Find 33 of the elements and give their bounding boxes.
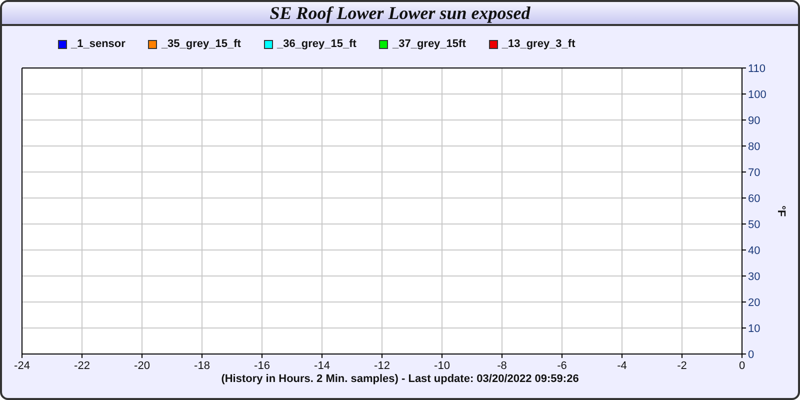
window-title: SE Roof Lower Lower sun exposed [2,2,798,26]
x-tick-label: -16 [254,360,270,372]
x-axis-title: (History in Hours. 2 Min. samples) - Last update: 03/20/2022 09:59:26 [220,372,580,387]
x-tick-label: -6 [557,360,567,372]
x-tick-label: -12 [374,360,390,372]
x-tick-label: -14 [314,360,330,372]
x-tick-label: -20 [134,360,150,372]
y-tick-label: 50 [748,219,760,231]
x-tick-label: -22 [74,360,90,372]
x-tick-label: -4 [617,360,627,372]
x-tick-label: -18 [194,360,210,372]
y-tick-label: 90 [748,115,760,127]
y-tick-label: 70 [748,167,760,179]
y-axis-title: °F [775,205,787,217]
y-tick-label: 30 [748,271,760,283]
legend-label: _35_grey_15_ft [161,36,241,52]
y-tick-label: 10 [748,323,760,335]
y-tick-label: 60 [748,193,760,205]
y-tick-label: 110 [748,63,766,75]
legend-label: _37_grey_15ft [392,36,466,52]
y-tick-label: 20 [748,297,760,309]
y-tick-label: 80 [748,141,760,153]
legend-label: _1_sensor [71,36,126,52]
x-tick-label: -8 [497,360,507,372]
x-tick-label: -10 [434,360,450,372]
x-tick-label: -2 [677,360,687,372]
x-tick-label: 0 [738,360,746,372]
y-tick-label: 100 [748,89,766,101]
y-tick-label: 40 [748,245,760,257]
y-tick-label: 0 [748,349,754,361]
legend-label: _36_grey_15_ft [276,36,356,52]
legend-label: _13_grey_3_ft [502,36,576,52]
x-tick-label: -24 [14,360,30,372]
